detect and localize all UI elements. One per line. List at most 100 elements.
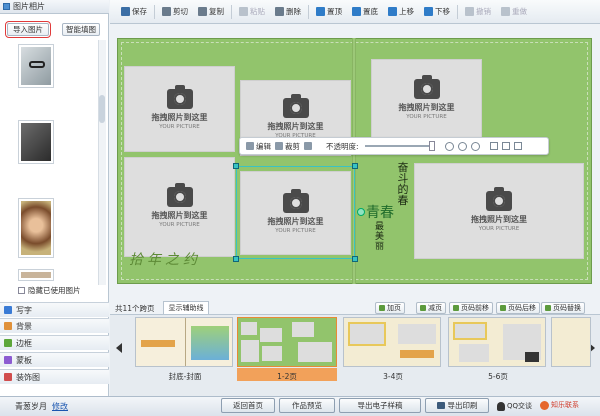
status-button-1[interactable]: 作品预览 — [279, 398, 335, 413]
toolbar-button-10[interactable]: 重做 — [496, 3, 532, 21]
category-2[interactable]: 边框 — [0, 335, 109, 350]
photo-slot-0[interactable]: 拖拽照片到这里 YOUR PICTURE — [124, 66, 235, 152]
toolbar-button-9[interactable]: 撤销 — [460, 3, 496, 21]
toolbar-icon-1 — [162, 7, 171, 16]
verse-text-3[interactable]: 最美丽 — [375, 222, 387, 252]
photo-thumbnail-4[interactable] — [19, 270, 53, 280]
status-button-2[interactable]: 导出电子样稿 — [339, 398, 421, 413]
toolbar-icon-0 — [121, 7, 130, 16]
category-1[interactable]: 背景 — [0, 318, 109, 333]
category-4[interactable]: 装饰图 — [0, 369, 109, 384]
opacity-slider[interactable] — [364, 141, 435, 151]
scrollbar-thumb[interactable] — [99, 95, 105, 123]
thumb-title-block — [400, 350, 434, 358]
toolbar-button-8[interactable]: 下移 — [419, 3, 455, 21]
edit-button[interactable]: 编辑 — [246, 141, 271, 152]
photo-thumbnail-1[interactable] — [19, 45, 53, 87]
mini-slot — [260, 328, 282, 342]
hide-used-checkbox[interactable] — [18, 287, 25, 294]
import-photos-button[interactable]: 导入图片 — [5, 21, 51, 38]
bring-forward-icon[interactable] — [489, 142, 498, 150]
mini-slot — [241, 340, 259, 362]
mini-slot — [348, 322, 386, 346]
crop-icon — [275, 142, 283, 150]
opacity-slider-knob[interactable] — [428, 141, 435, 151]
crop-button[interactable]: 裁剪 — [275, 141, 300, 152]
opacity-label: 不透明度: — [326, 141, 359, 151]
toolbar-button-2[interactable]: 复制 — [193, 3, 229, 21]
resize-handle-tr[interactable] — [352, 163, 358, 169]
toolbar-icon-5 — [316, 7, 325, 16]
photo-thumbnail-2[interactable] — [19, 121, 53, 163]
rotate-handle[interactable] — [357, 208, 365, 216]
send-backward-icon[interactable] — [501, 142, 510, 150]
toolbar-button-7[interactable]: 上移 — [383, 3, 419, 21]
toolbar-button-1[interactable]: 剪切 — [157, 3, 193, 21]
resize-handle-br[interactable] — [352, 256, 358, 262]
hide-used-label: 隐藏已使用图片 — [28, 286, 81, 295]
spread-thumb-1-2[interactable] — [237, 317, 337, 367]
brand-logo-text: 知乐联系 — [551, 401, 579, 409]
slot-drop-text: 拖拽照片到这里 — [471, 214, 527, 224]
photo-slot-2[interactable]: 拖拽照片到这里 YOUR PICTURE — [124, 157, 235, 257]
camera-icon — [282, 93, 309, 118]
photo-slot-4[interactable]: 拖拽照片到这里 YOUR PICTURE — [371, 59, 482, 139]
status-button-3[interactable]: 导出印刷 — [425, 398, 489, 413]
mini-slot — [453, 322, 487, 340]
photo-list-scrollbar[interactable] — [98, 40, 106, 285]
status-button-0[interactable]: 返回首页 — [221, 398, 275, 413]
toolbar-button-0[interactable]: 保存 — [116, 3, 152, 21]
spread-thumb-3-4[interactable] — [343, 317, 441, 367]
hide-used-row[interactable]: 隐藏已使用图片 — [18, 285, 81, 296]
edit-title-link[interactable]: 修改 — [52, 401, 68, 412]
category-0[interactable]: 写字 — [0, 302, 109, 317]
filter-button[interactable] — [304, 142, 312, 150]
page-strip-button-3[interactable]: 页码后移 — [496, 302, 540, 314]
trash-icon[interactable] — [513, 142, 522, 150]
strip-left-arrow-icon[interactable] — [116, 343, 122, 353]
show-guides-tab[interactable]: 显示辅助线 — [163, 301, 209, 314]
selection-box[interactable] — [236, 166, 355, 259]
toolbar-label: 置底 — [363, 7, 378, 16]
smart-fill-button[interactable]: 智能填图 — [62, 23, 100, 36]
category-3[interactable]: 蒙板 — [0, 352, 109, 367]
spread-thumb-cover[interactable] — [135, 317, 233, 367]
category-label: 装饰图 — [16, 372, 40, 382]
page-strip-button-icon — [500, 305, 506, 311]
spread-thumb-5-6[interactable] — [448, 317, 546, 367]
toolbar-icon-2 — [198, 7, 207, 16]
photo-slot-5[interactable]: 拖拽照片到这里 YOUR PICTURE — [414, 163, 584, 259]
decor-text[interactable]: 拾年之约 — [129, 249, 201, 269]
resize-handle-tl[interactable] — [233, 163, 239, 169]
toolbar-label: 粘贴 — [250, 7, 265, 16]
edit-icon — [246, 142, 254, 150]
toolbar-button-6[interactable]: 置底 — [347, 3, 383, 21]
camera-icon — [166, 182, 193, 207]
page-strip-button-2[interactable]: 页码前移 — [449, 302, 493, 314]
zoom-out-icon[interactable] — [457, 141, 467, 151]
slot-drop-text: 拖拽照片到这里 — [151, 210, 208, 220]
toolbar-button-4[interactable]: 删除 — [270, 3, 306, 21]
qq-chat[interactable]: QQ交谈 — [497, 401, 532, 411]
page-strip-button-1[interactable]: 减页 — [416, 302, 446, 314]
toolbar-button-5[interactable]: 置顶 — [311, 3, 347, 21]
photo-thumbnail-3[interactable] — [19, 199, 53, 257]
page-strip-button-icon — [420, 305, 426, 311]
verse-text-1[interactable]: 奋斗的春 — [393, 162, 413, 206]
resize-handle-bl[interactable] — [233, 256, 239, 262]
toolbar-button-3[interactable]: 粘贴 — [234, 3, 270, 21]
project-title: 青葱岁月 — [15, 402, 47, 411]
category-icon — [4, 339, 12, 347]
spread-thumb-partial[interactable] — [551, 317, 591, 367]
page-strip-button-4[interactable]: 页码替换 — [541, 302, 585, 314]
category-icon — [4, 373, 12, 381]
verse-text-2[interactable]: 青春 — [366, 202, 394, 222]
slot-sub-text: YOUR PICTURE — [478, 225, 520, 232]
spread-label-3: 5-6页 — [488, 372, 508, 381]
page-strip-button-0[interactable]: 加页 — [375, 302, 405, 314]
category-icon — [4, 322, 12, 330]
zoom-in-icon[interactable] — [444, 141, 454, 151]
toolbar-label: 撤销 — [476, 7, 491, 16]
page-strip-button-label: 加页 — [387, 304, 401, 312]
rotate-icon[interactable] — [470, 141, 480, 151]
